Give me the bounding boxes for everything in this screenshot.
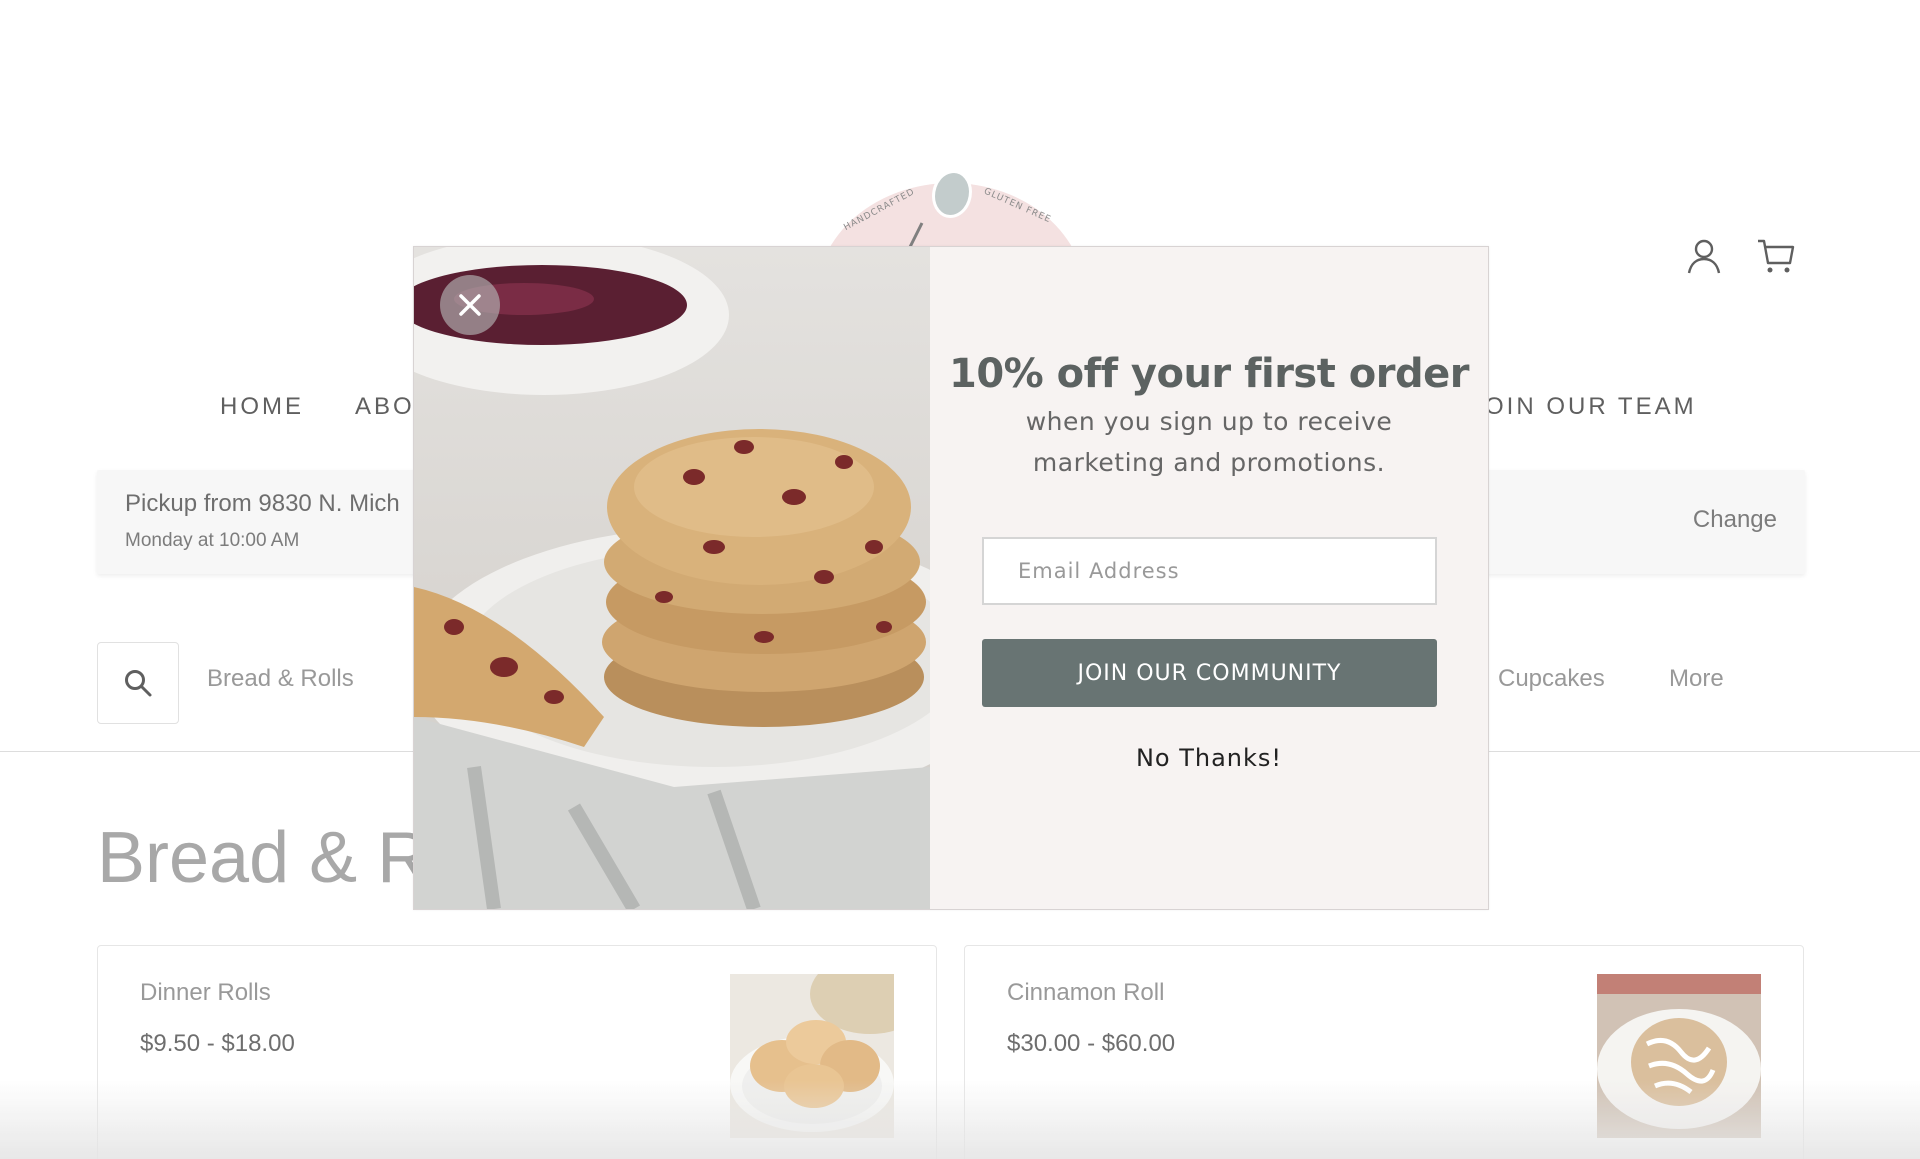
popup-title: 10% off your first order <box>949 351 1469 397</box>
popup-subtitle: when you sign up to receive marketing an… <box>1025 407 1393 477</box>
signup-form: 10% off your first order when you sign u… <box>930 247 1488 909</box>
close-button[interactable] <box>440 275 500 335</box>
close-icon <box>459 294 481 316</box>
cookies-image <box>414 247 930 909</box>
join-community-button[interactable]: JOIN OUR COMMUNITY <box>982 639 1437 707</box>
signup-popup: 10% off your first order when you sign u… <box>413 246 1489 910</box>
no-thanks-button[interactable]: No Thanks! <box>930 744 1488 772</box>
email-field[interactable] <box>982 537 1437 605</box>
